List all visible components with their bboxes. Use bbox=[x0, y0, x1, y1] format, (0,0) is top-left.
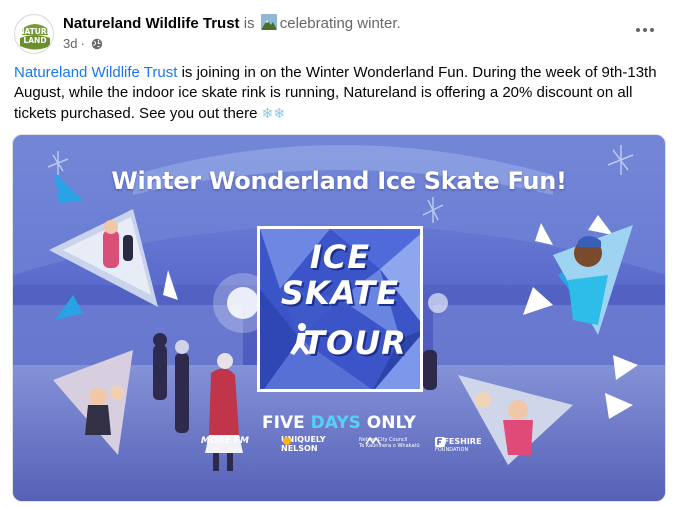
sponsor-nelson-council: Nelson City Council Te Kaunihera o Whaka… bbox=[359, 437, 420, 449]
post-header: NATURE LAND Natureland Wildlife Trust is… bbox=[14, 12, 659, 54]
activity-icon bbox=[260, 14, 277, 30]
skater-icon bbox=[290, 323, 310, 355]
header-text: Natureland Wildlife Trust is celebrating… bbox=[63, 14, 619, 55]
tagline-five: FIVE bbox=[262, 413, 311, 433]
is-word: is bbox=[243, 15, 255, 32]
snowflake-icon: ❄❄ bbox=[261, 105, 286, 121]
sponsor-uniquely-nelson: UNIQUELY NELSON bbox=[281, 435, 326, 453]
fifeshire-icon bbox=[435, 437, 445, 447]
sun-icon bbox=[283, 437, 291, 445]
natureland-logo: NATURE LAND bbox=[16, 16, 53, 53]
logo-line-2: SKATE bbox=[280, 274, 400, 312]
activity-text: celebrating winter. bbox=[279, 15, 401, 32]
five-days-tagline: FIVE DAYS ONLY bbox=[13, 413, 665, 433]
header-line: Natureland Wildlife Trust is celebrating… bbox=[63, 14, 619, 34]
page-avatar[interactable]: NATURE LAND bbox=[14, 14, 54, 54]
page-name-link[interactable]: Natureland Wildlife Trust bbox=[63, 15, 240, 32]
sponsor-fifeshire: FIFESHIRE FOUNDATION bbox=[435, 437, 481, 455]
post-body: Natureland Wildlife Trust is joining in … bbox=[14, 63, 659, 124]
tagline-only: ONLY bbox=[360, 413, 416, 433]
logo-line-1: ICE bbox=[309, 238, 371, 276]
tagline-days: DAYS bbox=[310, 413, 361, 433]
post-image[interactable]: Winter Wonderland Ice Skate Fun! ICE SKA… bbox=[12, 134, 666, 502]
ice-skate-tour-logo: ICE SKATE TOUR bbox=[257, 226, 423, 392]
banner-title: Winter Wonderland Ice Skate Fun! bbox=[111, 167, 567, 195]
globe-icon[interactable] bbox=[91, 37, 103, 55]
fifeshire-line-2: FOUNDATION bbox=[435, 447, 469, 453]
timestamp-link[interactable]: 3d bbox=[63, 36, 77, 51]
post-meta: 3d · bbox=[63, 35, 619, 55]
council-wave-icon bbox=[365, 437, 381, 445]
meta-separator: · bbox=[80, 36, 85, 51]
avatar-text-bottom: LAND bbox=[23, 36, 46, 45]
page-mention-link[interactable]: Natureland Wildlife Trust bbox=[14, 64, 177, 81]
facebook-post-card: NATURE LAND Natureland Wildlife Trust is… bbox=[0, 0, 673, 508]
more-options-icon[interactable] bbox=[627, 16, 663, 44]
sponsor-more-fm: MORE FM bbox=[201, 436, 249, 446]
avatar-text-top: NATURE bbox=[18, 27, 52, 36]
